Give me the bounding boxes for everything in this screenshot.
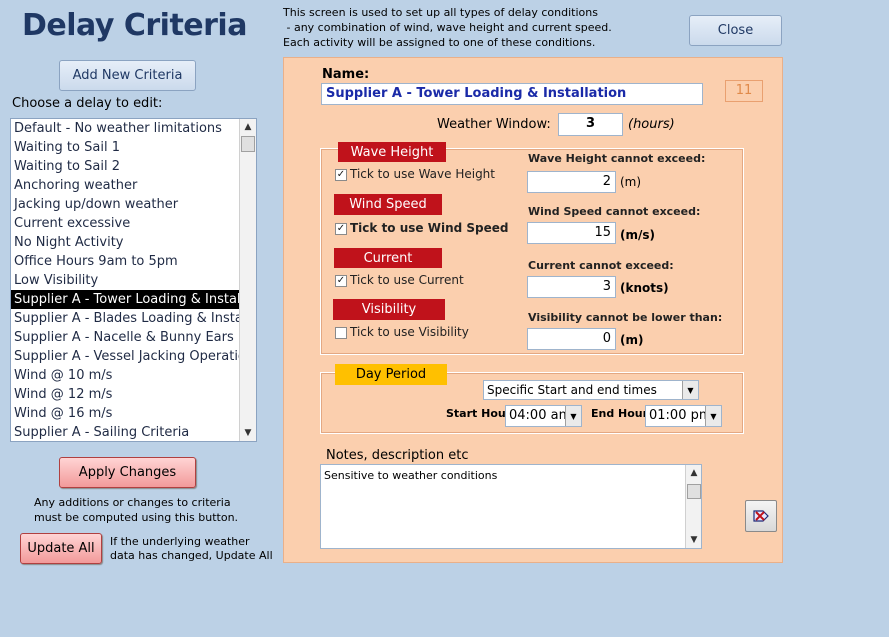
chevron-down-icon[interactable]: ▼: [705, 406, 721, 426]
wind-speed-check-label: Tick to use Wind Speed: [350, 221, 509, 235]
list-item[interactable]: Office Hours 9am to 5pm: [11, 252, 239, 271]
intro-line: Each activity will be assigned to one of…: [283, 36, 596, 49]
end-hour-select[interactable]: 01:00 pm ▼: [645, 405, 722, 427]
scroll-up-icon[interactable]: ▲: [686, 465, 702, 481]
current-limit-label: Current cannot exceed:: [528, 259, 674, 272]
record-id-field: 11: [725, 80, 763, 102]
choose-delay-label: Choose a delay to edit:: [12, 96, 163, 111]
scroll-up-icon[interactable]: ▲: [240, 119, 256, 135]
weather-window-label: Weather Window:: [437, 117, 551, 132]
current-tag: Current: [334, 248, 442, 268]
wind-speed-input[interactable]: 15: [527, 222, 616, 244]
close-button[interactable]: Close: [689, 15, 782, 46]
update-note: If the underlying weather: [110, 535, 250, 548]
end-hour-label: End Hour: [591, 407, 649, 420]
list-item[interactable]: Supplier A - Vessel Jacking Operations: [11, 347, 239, 366]
wave-height-check-label: Tick to use Wave Height: [350, 167, 495, 181]
current-unit: (knots): [620, 281, 669, 295]
list-item[interactable]: Low Visibility: [11, 271, 239, 290]
criteria-listbox[interactable]: Default - No weather limitations Waiting …: [10, 118, 257, 442]
apply-note: must be computed using this button.: [34, 511, 239, 524]
intro-text: This screen is used to set up all types …: [283, 5, 612, 50]
weather-window-input[interactable]: 3: [558, 113, 623, 136]
list-item[interactable]: Anchoring weather: [11, 176, 239, 195]
list-item[interactable]: Wind @ 10 m/s: [11, 366, 239, 385]
delete-record-button[interactable]: [745, 500, 777, 532]
wave-height-input[interactable]: 2: [527, 171, 616, 193]
scroll-down-icon[interactable]: ▼: [240, 425, 256, 441]
chevron-down-icon[interactable]: ▼: [565, 406, 581, 426]
delete-record-icon: [753, 510, 769, 522]
list-item[interactable]: Supplier A - Blades Loading & Installati…: [11, 309, 239, 328]
wind-speed-limit-label: Wind Speed cannot exceed:: [528, 205, 701, 218]
day-period-mode-select[interactable]: Specific Start and end times ▼: [483, 380, 699, 400]
scroll-thumb[interactable]: [241, 136, 255, 152]
apply-note: Any additions or changes to criteria: [34, 496, 231, 509]
wave-height-limit-label: Wave Height cannot exceed:: [528, 152, 706, 165]
wave-height-tag: Wave Height: [338, 142, 446, 162]
list-item[interactable]: Wind @ 16 m/s: [11, 404, 239, 423]
visibility-input[interactable]: 0: [527, 328, 616, 350]
visibility-unit: (m): [620, 333, 644, 347]
visibility-limit-label: Visibility cannot be lower than:: [528, 311, 723, 324]
criteria-list: Default - No weather limitations Waiting …: [11, 119, 239, 441]
notes-scrollbar[interactable]: ▲ ▼: [685, 465, 701, 548]
notes-text: Sensitive to weather conditions: [324, 469, 498, 482]
scroll-thumb[interactable]: [687, 484, 701, 499]
list-item[interactable]: Waiting to Sail 1: [11, 138, 239, 157]
notes-textarea[interactable]: Sensitive to weather conditions ▲ ▼: [320, 464, 702, 549]
list-item[interactable]: Wind @ 12 m/s: [11, 385, 239, 404]
end-hour-value: 01:00 pm: [649, 408, 712, 423]
start-hour-label: Start Hour: [446, 407, 512, 420]
list-item[interactable]: Supplier A - Nacelle & Bunny Ears Loadin…: [11, 328, 239, 347]
list-item[interactable]: Current excessive: [11, 214, 239, 233]
current-input[interactable]: 3: [527, 276, 616, 298]
wind-speed-checkbox[interactable]: ✓: [335, 223, 347, 235]
intro-line: - any combination of wind, wave height a…: [283, 21, 612, 34]
list-item[interactable]: Jacking up/down weather: [11, 195, 239, 214]
start-hour-select[interactable]: 04:00 am ▼: [505, 405, 582, 427]
day-period-tag: Day Period: [335, 364, 447, 385]
name-label: Name:: [322, 67, 370, 82]
wave-height-unit: (m): [620, 175, 642, 189]
add-new-criteria-button[interactable]: Add New Criteria: [59, 60, 196, 91]
visibility-check-label: Tick to use Visibility: [350, 325, 469, 339]
apply-changes-button[interactable]: Apply Changes: [59, 457, 196, 488]
visibility-tag: Visibility: [333, 299, 445, 320]
name-input[interactable]: Supplier A - Tower Loading & Installatio…: [321, 83, 703, 105]
current-check-label: Tick to use Current: [350, 273, 464, 287]
page-title: Delay Criteria: [22, 8, 247, 43]
list-item[interactable]: Supplier A - Sailing Criteria: [11, 423, 239, 441]
wind-speed-tag: Wind Speed: [334, 194, 442, 215]
list-item[interactable]: Waiting to Sail 2: [11, 157, 239, 176]
list-item[interactable]: Supplier A - Tower Loading & Installatio…: [11, 290, 239, 309]
day-period-mode-value: Specific Start and end times: [487, 383, 657, 397]
notes-label: Notes, description etc: [326, 448, 469, 463]
update-note: data has changed, Update All: [110, 549, 273, 562]
intro-line: This screen is used to set up all types …: [283, 6, 598, 19]
scroll-down-icon[interactable]: ▼: [686, 532, 702, 548]
list-item[interactable]: Default - No weather limitations: [11, 119, 239, 138]
visibility-checkbox[interactable]: [335, 327, 347, 339]
start-hour-value: 04:00 am: [509, 408, 572, 423]
list-scrollbar[interactable]: ▲ ▼: [239, 119, 256, 441]
update-all-button[interactable]: Update All: [20, 533, 102, 564]
current-checkbox[interactable]: ✓: [335, 275, 347, 287]
criteria-edit-panel: Name: Supplier A - Tower Loading & Insta…: [283, 57, 783, 563]
chevron-down-icon[interactable]: ▼: [682, 381, 698, 399]
wave-height-checkbox[interactable]: ✓: [335, 169, 347, 181]
wind-speed-unit: (m/s): [620, 228, 655, 242]
weather-window-unit: (hours): [628, 117, 675, 132]
list-item[interactable]: No Night Activity: [11, 233, 239, 252]
